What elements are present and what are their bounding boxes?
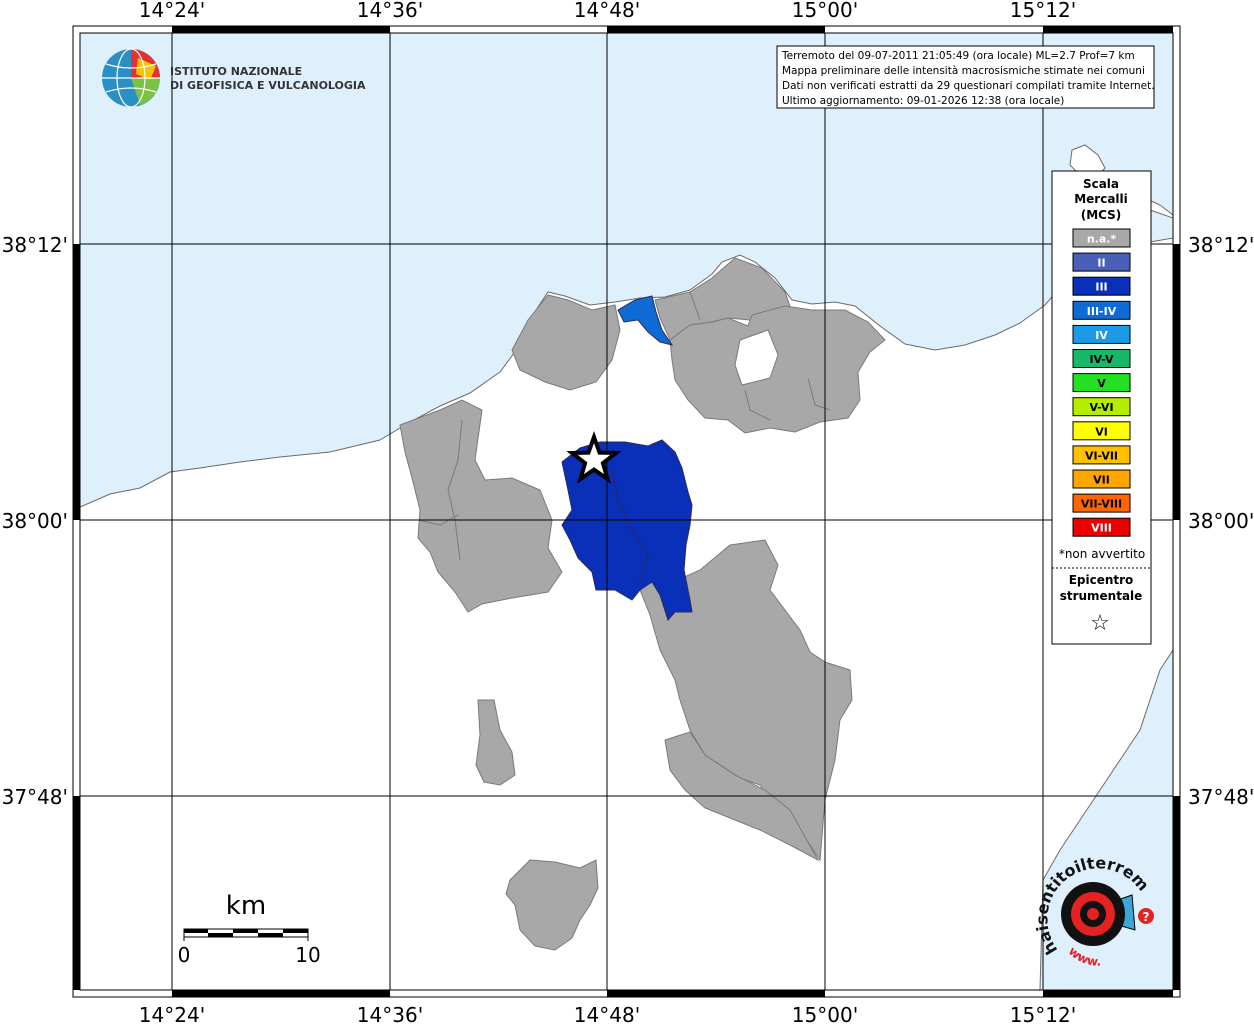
lon-label-bottom-1: 14°24'	[139, 1003, 205, 1024]
lon-label-top-3: 14°48'	[574, 0, 640, 22]
legend-label: IV-V	[1089, 353, 1114, 366]
legend-label: n.a.*	[1087, 233, 1117, 246]
legend-footnote: *non avvertito	[1059, 547, 1145, 561]
info-line-2: Mappa preliminare delle intensità macros…	[782, 65, 1145, 77]
ingv-name-line1: ISTITUTO NAZIONALE	[170, 65, 302, 78]
legend-label: VI-VII	[1085, 449, 1118, 462]
lon-label-top-4: 15°00'	[792, 0, 858, 22]
legend-title-2: Mercalli	[1074, 192, 1128, 206]
legend-epicenter-1: Epicentro	[1069, 573, 1134, 587]
info-box: Terremoto del 09-07-2011 21:05:49 (ora l…	[776, 45, 1155, 109]
legend-label: VIII	[1091, 522, 1112, 535]
legend-label: VII-VIII	[1081, 498, 1122, 511]
legend-label: V-VI	[1089, 401, 1113, 414]
scale-max: 10	[295, 943, 320, 967]
lat-label-left-2: 38°00'	[2, 509, 68, 533]
question-mark: ?	[1143, 910, 1150, 924]
info-line-4: Ultimo aggiornamento: 09-01-2026 12:38 (…	[782, 95, 1064, 107]
lon-label-bottom-4: 15°00'	[792, 1003, 858, 1024]
lat-label-left-1: 38°12'	[2, 233, 68, 257]
lon-label-top-2: 14°36'	[357, 0, 423, 22]
lat-label-right-1: 38°12'	[1188, 233, 1254, 257]
lat-label-right-3: 37°48'	[1188, 785, 1254, 809]
lon-label-top-1: 14°24'	[139, 0, 205, 22]
lon-label-top-5: 15°12'	[1010, 0, 1076, 22]
ingv-name-line2: DI GEOFISICA E VULCANOLOGIA	[170, 79, 366, 92]
legend-star-icon: ☆	[1090, 611, 1110, 636]
lon-label-bottom-3: 14°48'	[574, 1003, 640, 1024]
lon-label-bottom-2: 14°36'	[357, 1003, 423, 1024]
legend-epicenter-2: strumentale	[1060, 589, 1143, 603]
legend-label: IV	[1095, 329, 1108, 342]
scale-unit: km	[226, 891, 266, 921]
legend: Scala Mercalli (MCS) n.a.*IIIIIIII-IVIVI…	[1051, 170, 1152, 645]
legend-label: V	[1097, 377, 1106, 390]
legend-label: VI	[1095, 425, 1108, 438]
legend-title-1: Scala	[1083, 177, 1119, 191]
info-line-3: Dati non verificati estratti da 29 quest…	[782, 80, 1155, 92]
legend-title-3: (MCS)	[1081, 208, 1122, 222]
legend-label: II	[1097, 257, 1105, 270]
legend-label: III-IV	[1087, 305, 1117, 318]
lat-label-right-2: 38°00'	[1188, 509, 1254, 533]
info-line-1: Terremoto del 09-07-2011 21:05:49 (ora l…	[781, 50, 1135, 62]
legend-label: VII	[1093, 474, 1110, 487]
scale-min: 0	[178, 943, 191, 967]
legend-label: III	[1095, 281, 1107, 294]
lon-label-bottom-5: 15°12'	[1010, 1003, 1076, 1024]
lat-label-left-3: 37°48'	[2, 785, 68, 809]
intensity-map: 14°24' 14°36' 14°48' 15°00' 15°12' 14°24…	[0, 0, 1254, 1027]
